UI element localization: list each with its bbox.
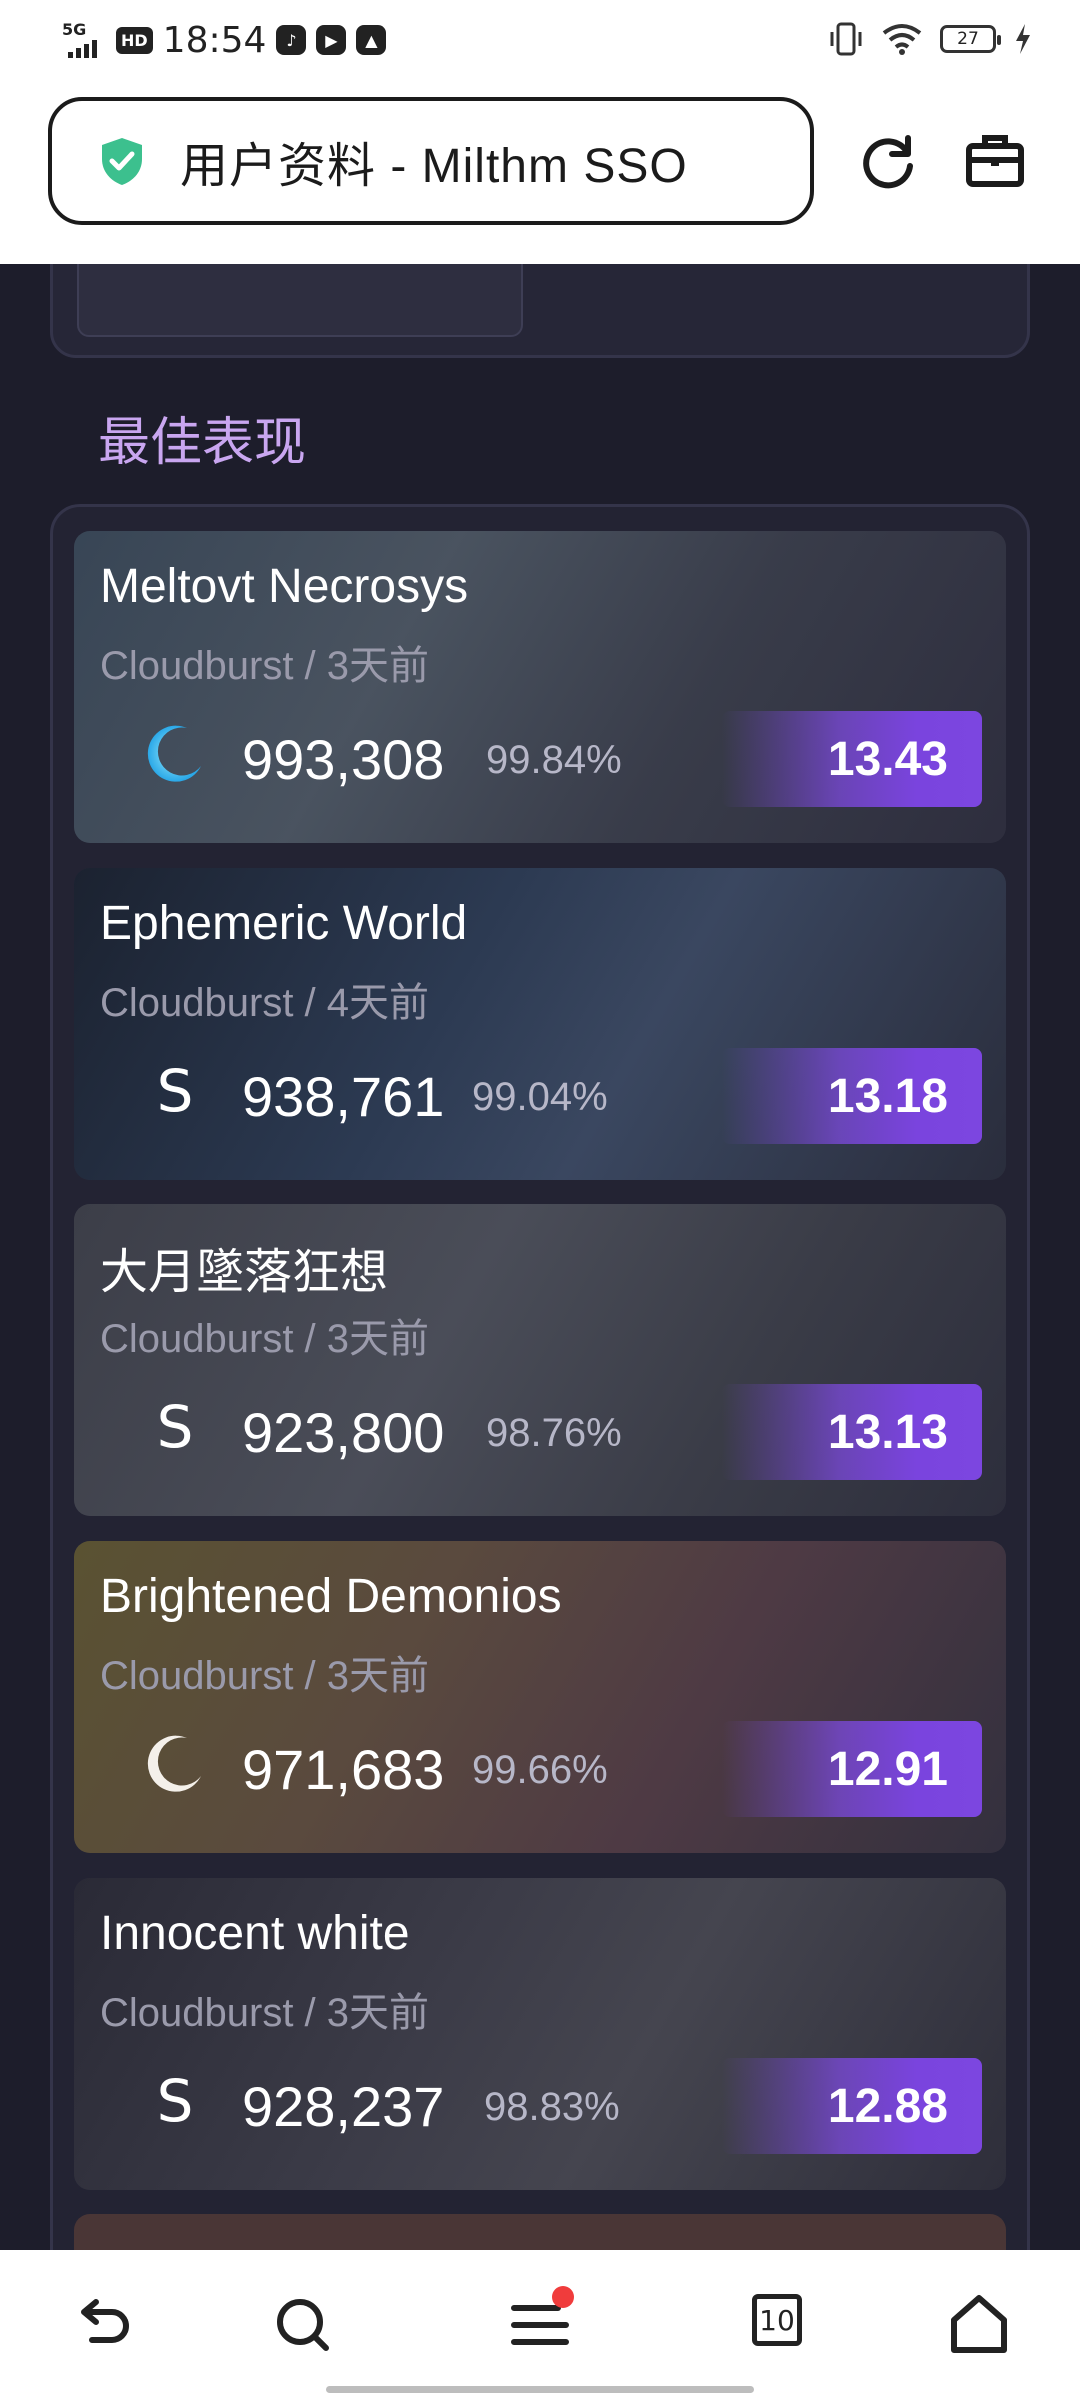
toolbox-icon[interactable] [964, 130, 1026, 192]
home-icon[interactable] [946, 2292, 1012, 2358]
back-icon[interactable] [70, 2292, 136, 2358]
tiktok-icon: ♪ [276, 25, 307, 55]
page-content: x14 最佳表现 Meltovt Necrosys Cloudburst / 3… [0, 264, 1080, 2250]
score: 971,683 [242, 1738, 445, 1801]
gallery-icon: ▲ [356, 25, 387, 55]
record-card-partial[interactable] [74, 2214, 1006, 2250]
rating-badge: 13.18 [722, 1048, 982, 1144]
previous-section-card[interactable]: x14 [77, 264, 523, 337]
record-card[interactable]: Meltovt Necrosys Cloudburst / 3天前 993,30… [74, 531, 1006, 843]
song-title: 大月墜落狂想 [100, 1246, 389, 1299]
clock: 18:54 [162, 19, 267, 61]
battery-icon: 27 [940, 25, 1001, 53]
cellular-signal-icon: 5G [62, 18, 106, 62]
song-subtitle: Cloudburst / 3天前 [100, 644, 430, 688]
score: 923,800 [242, 1401, 445, 1464]
record-card[interactable]: 大月墜落狂想 Cloudburst / 3天前 S 923,800 98.76%… [74, 1204, 1006, 1516]
song-title: Ephemeric World [100, 897, 468, 950]
rating-badge: 13.13 [722, 1384, 982, 1480]
s-grade-icon: S [156, 1057, 194, 1125]
score: 928,237 [242, 2075, 445, 2138]
search-icon[interactable] [270, 2292, 336, 2358]
secure-shield-icon [102, 138, 142, 185]
song-subtitle: Cloudburst / 3天前 [100, 1317, 430, 1361]
record-card[interactable]: Innocent white Cloudburst / 3天前 S 928,23… [74, 1878, 1006, 2190]
bottom-navigation: 10 [0, 2250, 1080, 2400]
score: 993,308 [242, 728, 445, 791]
vibrate-icon [830, 22, 862, 56]
video-icon: ▶ [316, 25, 347, 55]
song-subtitle: Cloudburst / 4天前 [100, 981, 430, 1025]
record-card[interactable]: Brightened Demonios Cloudburst / 3天前 971… [74, 1541, 1006, 1853]
song-subtitle: Cloudburst / 3天前 [100, 1654, 430, 1698]
accuracy: 98.76% [486, 1411, 622, 1455]
song-title: Meltovt Necrosys [100, 560, 469, 613]
score: 938,761 [242, 1065, 445, 1128]
gesture-handle[interactable] [326, 2386, 754, 2393]
page-title: 用户资料 - Milthm SSO [180, 140, 688, 193]
wifi-icon [882, 24, 922, 55]
status-bar: 5G HD 18:54 ♪ ▶ ▲ 27 [0, 0, 1080, 82]
record-card[interactable]: Ephemeric World Cloudburst / 4天前 S 938,7… [74, 868, 1006, 1180]
song-subtitle: Cloudburst / 3天前 [100, 1991, 430, 2035]
reload-icon[interactable] [858, 130, 920, 192]
browser-toolbar: 用户资料 - Milthm SSO [0, 82, 1080, 264]
rating-badge: 12.88 [722, 2058, 982, 2154]
moon-grade-icon [130, 709, 220, 799]
s-grade-icon: S [156, 2067, 194, 2135]
hd-badge: HD [116, 26, 153, 54]
notification-dot [552, 2286, 574, 2308]
accuracy: 98.83% [484, 2085, 620, 2129]
accuracy: 99.66% [472, 1748, 608, 1792]
accuracy: 99.04% [472, 1075, 608, 1119]
moon-grade-icon [130, 1719, 220, 1809]
previous-section-panel: x14 [50, 264, 1030, 358]
address-bar[interactable]: 用户资料 - Milthm SSO [48, 97, 814, 225]
tabs-count-icon[interactable]: 10 [752, 2294, 802, 2346]
s-grade-icon: S [156, 1393, 194, 1461]
rating-badge: 12.91 [722, 1721, 982, 1817]
best-performance-title: 最佳表现 [98, 414, 307, 472]
song-title: Innocent white [100, 1907, 410, 1960]
song-title: Brightened Demonios [100, 1570, 562, 1623]
rating-badge: 13.43 [722, 711, 982, 807]
charging-icon [1016, 24, 1030, 54]
accuracy: 99.84% [486, 738, 622, 782]
